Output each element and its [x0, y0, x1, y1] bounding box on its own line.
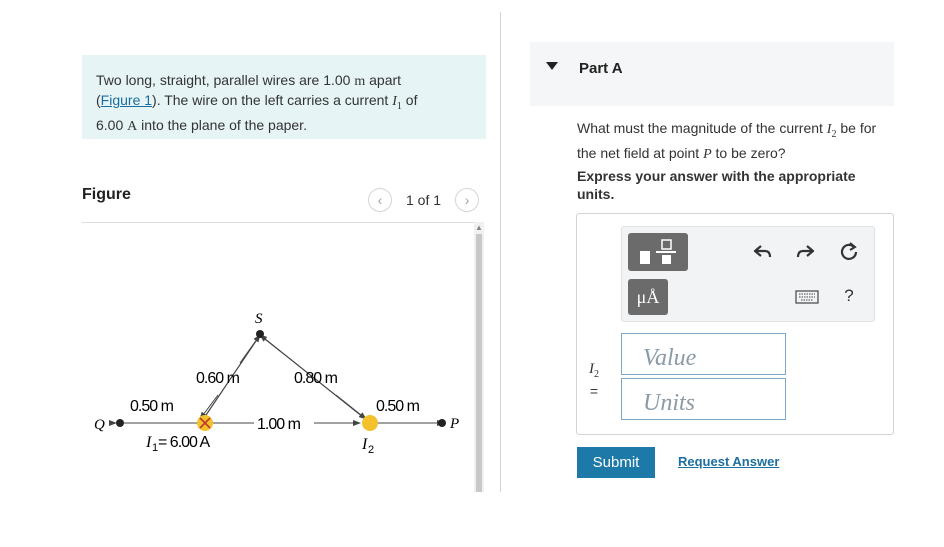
label-dist-sp: 0.80 m: [294, 370, 338, 387]
label-p: P: [449, 416, 459, 432]
label-dist-wires: 1.00 m: [257, 416, 301, 433]
template-button[interactable]: [628, 233, 688, 271]
point-p-marker: [438, 419, 446, 427]
problem-text: Two long, straight, parallel wires are 1…: [96, 72, 351, 88]
label-dist-q: 0.50 m: [130, 398, 174, 415]
point-q-marker: [116, 419, 124, 427]
redo-icon[interactable]: [792, 239, 818, 265]
reset-icon[interactable]: [836, 239, 862, 265]
wire-2-marker: [362, 415, 378, 431]
chevron-left-icon: ‹: [377, 192, 383, 208]
label-i2: I: [361, 436, 368, 453]
problem-text: apart: [365, 72, 402, 88]
figure-heading: Figure: [82, 186, 131, 203]
question-text: What must the magnitude of the current I…: [577, 120, 877, 162]
scrollbar-thumb[interactable]: [476, 234, 482, 492]
label-i1-value: = 6.00 A: [158, 434, 210, 451]
fraction-template-icon: [640, 239, 676, 264]
part-a-title: Part A: [579, 60, 623, 77]
request-answer-link[interactable]: Request Answer: [678, 454, 779, 469]
point-s-marker: [256, 330, 264, 338]
answer-variable: I2 =: [589, 361, 599, 399]
value-input[interactable]: [621, 333, 786, 375]
submit-button[interactable]: Submit: [577, 447, 655, 478]
units-input[interactable]: [621, 378, 786, 420]
figure-pager: ‹ 1 of 1 ›: [368, 187, 480, 213]
chevron-right-icon: ›: [464, 192, 470, 208]
label-i1: I: [145, 434, 152, 451]
keyboard-icon[interactable]: [794, 287, 820, 307]
help-icon[interactable]: ?: [838, 285, 860, 307]
pager-text: 1 of 1: [406, 192, 442, 208]
problem-text: ). The wire on the left carries a curren…: [152, 92, 389, 108]
figure-scrollbar[interactable]: ▲: [474, 222, 484, 492]
label-s: S: [255, 311, 263, 327]
label-dist-p: 0.50 m: [376, 398, 420, 415]
unit-ampere: A: [127, 118, 138, 134]
current-value: 6.00: [96, 116, 124, 133]
figure-panel: S Q P 0.60 m 0.80 m 0.50 m 1.00 m 0.50 m…: [82, 222, 474, 492]
svg-text:2: 2: [368, 444, 374, 456]
panel-divider: [500, 12, 501, 492]
prev-figure-button[interactable]: ‹: [368, 188, 392, 212]
label-dist-sq: 0.60 m: [196, 370, 240, 387]
units-label: μÅ: [636, 286, 660, 307]
collapse-caret-icon[interactable]: [546, 62, 558, 70]
undo-icon[interactable]: [750, 239, 776, 265]
label-q: Q: [94, 417, 105, 433]
wire-diagram: S Q P 0.60 m 0.80 m 0.50 m 1.00 m 0.50 m…: [94, 311, 459, 456]
units-button[interactable]: μÅ: [628, 279, 668, 315]
unit-meter: m: [354, 74, 366, 89]
problem-statement: Two long, straight, parallel wires are 1…: [82, 55, 486, 139]
figure-link[interactable]: Figure 1: [101, 92, 152, 108]
math-toolbar: μÅ ?: [621, 226, 875, 322]
answer-instruction: Express your answer with the appropriate…: [577, 168, 856, 202]
scroll-up-icon[interactable]: ▲: [475, 223, 483, 232]
next-figure-button[interactable]: ›: [455, 188, 480, 212]
